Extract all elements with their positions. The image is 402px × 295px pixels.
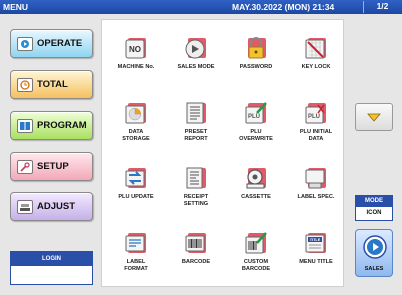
sales-button[interactable]: SALES <box>355 229 393 277</box>
custom-barcode-item[interactable]: CUSTOM BARCODE <box>226 219 286 283</box>
plu-update-item[interactable]: PLU UPDATE <box>106 154 166 218</box>
machine-number-icon: NO <box>125 38 146 59</box>
svg-text:PLU: PLU <box>248 114 260 120</box>
password-item[interactable]: PASSWORD <box>226 24 286 88</box>
svg-text:TITLE: TITLE <box>310 238 321 242</box>
setup-button[interactable]: SETUP <box>10 152 93 181</box>
data-storage-label: DATA STORAGE <box>122 129 150 142</box>
menu-title-label: MENU TITLE <box>299 259 333 265</box>
book-icon <box>17 118 33 133</box>
machine-number-label: MACHINE No. <box>117 64 155 70</box>
key-lock-icon <box>305 38 326 59</box>
total-button[interactable]: TOTAL <box>10 70 93 99</box>
label-spec-label: LABEL SPEC. <box>297 194 335 200</box>
plu-initial-icon: PLU <box>305 103 326 124</box>
adjust-label: ADJUST <box>37 201 76 212</box>
operate-label: OPERATE <box>37 38 83 49</box>
sales-label: SALES <box>364 266 384 272</box>
label-spec-icon <box>305 168 326 189</box>
sales-mode-label: SALES MODE <box>177 64 215 70</box>
lock-icon <box>248 37 266 59</box>
key-lock-label: KEY LOCK <box>301 64 331 70</box>
barcode-icon <box>185 233 206 253</box>
receipt-setting-item[interactable]: RECEIPT SETTING <box>166 154 226 218</box>
play-icon <box>363 235 387 259</box>
mode-label: MODE <box>356 196 392 207</box>
operate-icon <box>17 36 33 51</box>
label-spec-item[interactable]: LABEL SPEC. <box>286 154 346 218</box>
setup-label: SETUP <box>37 161 69 172</box>
barcode-item[interactable]: BARCODE <box>166 219 226 283</box>
data-storage-icon <box>125 103 146 124</box>
login-label: LOGIN <box>11 252 92 266</box>
adjust-button[interactable]: ADJUST <box>10 192 93 221</box>
menu-title-icon: TITLE <box>305 233 326 253</box>
cassette-icon <box>246 168 266 189</box>
menu-title-item[interactable]: TITLE MENU TITLE <box>286 219 346 283</box>
barcode-label: BARCODE <box>181 259 211 265</box>
sales-mode-item[interactable]: SALES MODE <box>166 24 226 88</box>
plu-overwrite-label: PLU OVERWRITE <box>239 129 273 142</box>
page-down-button[interactable] <box>355 103 393 131</box>
top-bar: MENU MAY.30.2022 (MON) 21:34 1/2 <box>0 0 402 14</box>
mode-indicator[interactable]: MODE ICON <box>355 195 393 221</box>
mode-value: ICON <box>366 210 382 216</box>
custom-barcode-icon <box>245 232 267 254</box>
receipt-setting-label: RECEIPT SETTING <box>183 194 209 207</box>
page-indicator: 1/2 <box>363 1 401 13</box>
data-storage-item[interactable]: DATA STORAGE <box>106 89 166 153</box>
total-label: TOTAL <box>37 79 68 90</box>
plu-initial-item[interactable]: PLU PLU INITIAL DATA <box>286 89 346 153</box>
scale-icon <box>17 199 33 214</box>
label-format-item[interactable]: LABEL FORMAT <box>106 219 166 283</box>
plu-update-label: PLU UPDATE <box>118 194 154 200</box>
clock-icon <box>17 77 33 92</box>
label-format-label: LABEL FORMAT <box>124 259 148 272</box>
custom-barcode-label: CUSTOM BARCODE <box>241 259 271 272</box>
svg-text:NO: NO <box>129 45 141 54</box>
key-lock-item[interactable]: KEY LOCK <box>286 24 346 88</box>
plu-overwrite-icon: PLU <box>245 102 267 124</box>
cassette-label: CASSETTE <box>241 194 271 200</box>
sales-mode-icon <box>185 38 206 59</box>
receipt-icon <box>186 167 206 189</box>
preset-report-label: PRESET REPORT <box>184 129 208 142</box>
screen-title: MENU <box>3 2 29 12</box>
label-format-icon <box>125 233 146 253</box>
wrench-icon <box>17 159 33 174</box>
plu-initial-label: PLU INITIAL DATA <box>299 129 333 142</box>
machine-number-item[interactable]: NO MACHINE No. <box>106 24 166 88</box>
report-icon <box>186 102 206 124</box>
program-label: PROGRAM <box>37 120 87 131</box>
menu-panel: NO MACHINE No. SALES MODE PASSWORD KEY L… <box>101 19 344 287</box>
login-box[interactable]: LOGIN <box>10 251 93 285</box>
operate-button[interactable]: OPERATE <box>10 29 93 58</box>
date-time: MAY.30.2022 (MON) 21:34 <box>232 2 335 12</box>
triangle-down-icon <box>367 113 381 122</box>
plu-overwrite-item[interactable]: PLU PLU OVERWRITE <box>226 89 286 153</box>
cassette-item[interactable]: CASSETTE <box>226 154 286 218</box>
program-button[interactable]: PROGRAM <box>10 111 93 140</box>
plu-update-icon <box>125 168 146 188</box>
password-label: PASSWORD <box>239 64 273 70</box>
preset-report-item[interactable]: PRESET REPORT <box>166 89 226 153</box>
svg-text:PLU: PLU <box>308 114 320 120</box>
